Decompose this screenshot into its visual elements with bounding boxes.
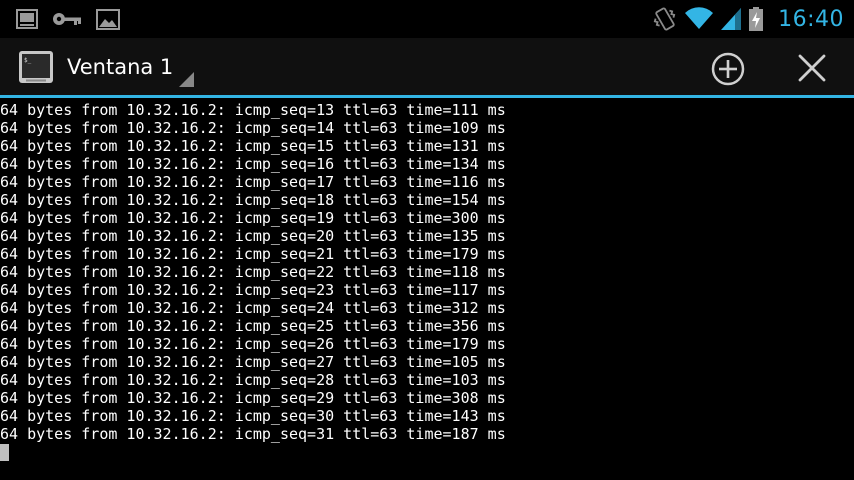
terminal-line: 64 bytes from 10.32.16.2: icmp_seq=30 tt…: [0, 407, 506, 425]
terminal-line: 64 bytes from 10.32.16.2: icmp_seq=28 tt…: [0, 371, 506, 389]
terminal-line: 64 bytes from 10.32.16.2: icmp_seq=22 tt…: [0, 263, 506, 281]
wifi-icon: [684, 7, 714, 31]
battery-charging-icon: [748, 6, 764, 32]
terminal-line: 64 bytes from 10.32.16.2: icmp_seq=26 tt…: [0, 335, 506, 353]
terminal-line: 64 bytes from 10.32.16.2: icmp_seq=13 tt…: [0, 101, 506, 119]
terminal-line: 64 bytes from 10.32.16.2: icmp_seq=19 tt…: [0, 209, 506, 227]
add-window-icon: [711, 52, 745, 86]
terminal-app-icon[interactable]: $_: [18, 50, 54, 88]
close-window-icon: [798, 54, 826, 82]
terminal-lines: 64 bytes from 10.32.16.2: icmp_seq=13 tt…: [0, 101, 854, 443]
add-window-button[interactable]: [710, 51, 746, 87]
terminal-line: 64 bytes from 10.32.16.2: icmp_seq=16 tt…: [0, 155, 506, 173]
terminal-line: 64 bytes from 10.32.16.2: icmp_seq=21 tt…: [0, 245, 506, 263]
clock: 16:40: [778, 6, 844, 32]
svg-text:$_: $_: [24, 57, 32, 64]
window-title[interactable]: Ventana 1: [67, 55, 173, 79]
signal-icon: [720, 7, 742, 31]
terminal-line: 64 bytes from 10.32.16.2: icmp_seq=24 tt…: [0, 299, 506, 317]
notification-icons: [16, 8, 120, 30]
vibrate-icon: [652, 6, 678, 32]
terminal-line: 64 bytes from 10.32.16.2: icmp_seq=27 tt…: [0, 353, 506, 371]
status-bar: 16:40: [0, 0, 854, 38]
image-icon: [96, 8, 120, 30]
terminal-line: 64 bytes from 10.32.16.2: icmp_seq=15 tt…: [0, 137, 506, 155]
terminal-line: 64 bytes from 10.32.16.2: icmp_seq=25 tt…: [0, 317, 506, 335]
action-bar: $_ Ventana 1: [0, 38, 854, 95]
terminal-cursor: [0, 444, 9, 461]
window-dropdown-indicator[interactable]: [179, 72, 194, 87]
terminal-output[interactable]: 64 bytes from 10.32.16.2: icmp_seq=13 tt…: [0, 101, 854, 480]
system-icons: 16:40: [652, 0, 844, 38]
close-window-button[interactable]: [796, 52, 828, 84]
terminal-line: 64 bytes from 10.32.16.2: icmp_seq=23 tt…: [0, 281, 506, 299]
key-icon: [52, 11, 82, 27]
action-bar-divider: [0, 95, 854, 98]
terminal-line: 64 bytes from 10.32.16.2: icmp_seq=17 tt…: [0, 173, 506, 191]
terminal-line: 64 bytes from 10.32.16.2: icmp_seq=14 tt…: [0, 119, 506, 137]
terminal-line: 64 bytes from 10.32.16.2: icmp_seq=20 tt…: [0, 227, 506, 245]
terminal-line: 64 bytes from 10.32.16.2: icmp_seq=29 tt…: [0, 389, 506, 407]
terminal-notification-icon: [16, 9, 38, 29]
terminal-line: 64 bytes from 10.32.16.2: icmp_seq=18 tt…: [0, 191, 506, 209]
terminal-line: 64 bytes from 10.32.16.2: icmp_seq=31 tt…: [0, 425, 506, 443]
